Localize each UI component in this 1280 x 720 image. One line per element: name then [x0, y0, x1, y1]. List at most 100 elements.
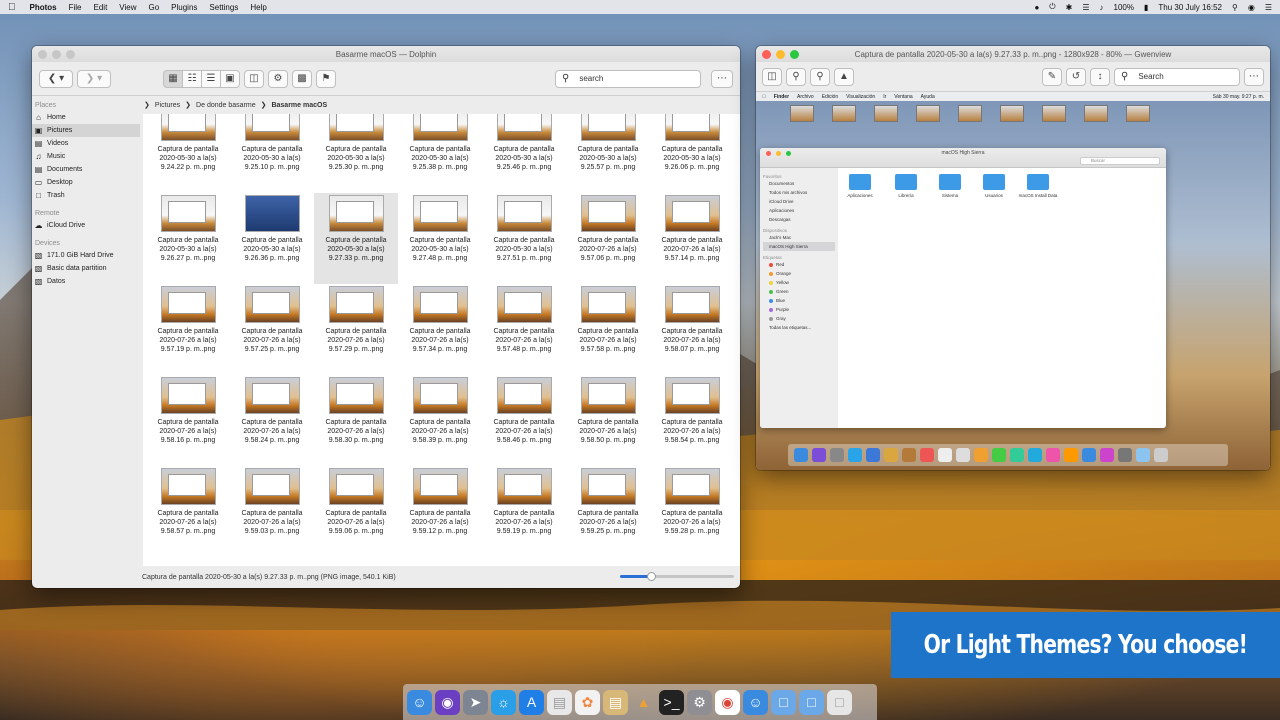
menu-view[interactable]: View: [119, 3, 136, 12]
dock-trash-icon[interactable]: □: [827, 689, 852, 715]
search-field[interactable]: ⚲ search: [555, 69, 701, 88]
menu-help[interactable]: Help: [250, 3, 266, 12]
dock-document-icon[interactable]: ▤: [547, 689, 572, 715]
file-item[interactable]: Captura de pantalla 2020-05-30 a la(s) 9.2…: [230, 193, 314, 284]
dock-chrome-icon[interactable]: ◉: [715, 689, 740, 715]
terminal-button[interactable]: ▩: [292, 69, 312, 88]
volume-icon[interactable]: ♪: [1100, 3, 1104, 12]
file-item[interactable]: Captura de pantalla 2020-05-30 a la(s) 9.2…: [146, 193, 230, 284]
place-trash[interactable]: □ Trash: [32, 189, 140, 202]
device-hard-drive[interactable]: ▧ 171.0 GiB Hard Drive: [32, 249, 140, 262]
notification-center-icon[interactable]: ☰: [1265, 3, 1272, 12]
file-item[interactable]: Captura de pantalla 2020-07-26 a la(s) 9.5…: [146, 284, 230, 375]
dock-launchpad-icon[interactable]: ➤: [463, 689, 488, 715]
dock-safari-icon[interactable]: ☼: [491, 689, 516, 715]
place-documents[interactable]: ▤ Documents: [32, 163, 140, 176]
forward-button[interactable]: ❯ ▾: [77, 69, 111, 88]
file-item[interactable]: Captura de pantalla 2020-07-26 a la(s) 9.5…: [650, 466, 734, 557]
image-view[interactable]:  Finder Archivo Edición Visualización I…: [756, 92, 1270, 470]
browse-button[interactable]: ◫: [762, 67, 782, 86]
file-item[interactable]: Captura de pantalla 2020-07-26 a la(s) 9.5…: [314, 284, 398, 375]
menu-file[interactable]: File: [69, 3, 82, 12]
file-item[interactable]: Captura de pantalla 2020-05-30 a la(s) 9.2…: [482, 193, 566, 284]
file-item[interactable]: Captura de pantalla 2020-05-30 a la(s) 9.2…: [314, 193, 398, 284]
file-item[interactable]: Captura de pantalla 2020-07-26 a la(s) 9.5…: [566, 284, 650, 375]
file-item[interactable]: Captura de pantalla 2020-07-26 a la(s) 9.5…: [398, 284, 482, 375]
zoom-slider[interactable]: [620, 572, 734, 581]
file-item[interactable]: Captura de pantalla 2020-07-26 a la(s) 9.5…: [566, 193, 650, 284]
file-item[interactable]: Captura de pantalla 2020-07-26 a la(s) 9.5…: [146, 466, 230, 557]
dock-app-store-icon[interactable]: A: [519, 689, 544, 715]
user-avatar-icon[interactable]: ◉: [1248, 3, 1255, 12]
power-icon[interactable]: ⏻: [1049, 2, 1055, 12]
file-item[interactable]: Captura de pantalla 2020-07-26 a la(s) 9.5…: [482, 375, 566, 466]
place-pictures[interactable]: ▣ Pictures: [32, 124, 140, 137]
menu-edit[interactable]: Edit: [94, 3, 108, 12]
zoom-slider-handle[interactable]: [646, 572, 656, 581]
rotate-button[interactable]: ↺: [1066, 67, 1086, 86]
dolphin-titlebar[interactable]: Basarme macOS — Dolphin: [32, 46, 740, 62]
zoom-fit-button[interactable]: ⚲: [786, 67, 806, 86]
gwenview-titlebar[interactable]: Captura de pantalla 2020-05-30 a la(s) 9…: [756, 46, 1270, 62]
menu-settings[interactable]: Settings: [209, 3, 238, 12]
file-view[interactable]: Captura de pantalla 2020-05-30 a la(s) 9.2…: [143, 114, 740, 566]
back-button[interactable]: ❮ ▾: [39, 69, 73, 88]
place-home[interactable]: ⌂ Home: [32, 111, 140, 124]
icons-view-button[interactable]: ▦: [163, 69, 183, 88]
split-button[interactable]: ◫: [244, 69, 264, 88]
breadcrumb-current[interactable]: Basarme macOS: [271, 102, 327, 109]
dock-photos-icon[interactable]: ✿: [575, 689, 600, 715]
file-item[interactable]: Captura de pantalla 2020-07-26 a la(s) 9.5…: [482, 284, 566, 375]
dock-finder2-icon[interactable]: ☺: [743, 689, 768, 715]
file-item[interactable]: Captura de pantalla 2020-07-26 a la(s) 9.5…: [230, 466, 314, 557]
bluetooth-icon[interactable]: ✱: [1066, 3, 1073, 12]
dock-vlc-icon[interactable]: ▲: [631, 690, 656, 715]
dock-downloads-folder-icon[interactable]: □: [799, 689, 824, 715]
file-item[interactable]: Captura de pantalla 2020-07-26 a la(s) 9.5…: [398, 375, 482, 466]
place-desktop[interactable]: ▭ Desktop: [32, 176, 140, 189]
file-item[interactable]: Captura de pantalla 2020-07-26 a la(s) 9.5…: [314, 375, 398, 466]
dock-preview-icon[interactable]: ▤: [603, 689, 628, 715]
place-videos[interactable]: ▤ Videos: [32, 137, 140, 150]
file-item[interactable]: Captura de pantalla 2020-05-30 a la(s) 9.2…: [398, 114, 482, 193]
file-item[interactable]: Captura de pantalla 2020-07-26 a la(s) 9.5…: [650, 375, 734, 466]
file-item[interactable]: Captura de pantalla 2020-07-26 a la(s) 9.5…: [566, 466, 650, 557]
gwenview-menu-button[interactable]: ⋯: [1244, 67, 1264, 86]
gwenview-search-field[interactable]: ⚲ Search: [1114, 67, 1240, 86]
file-item[interactable]: Captura de pantalla 2020-07-26 a la(s) 9.5…: [314, 466, 398, 557]
file-item[interactable]: Captura de pantalla 2020-05-30 a la(s) 9.2…: [566, 114, 650, 193]
battery-percent[interactable]: 100%: [1114, 3, 1134, 12]
menu-go[interactable]: Go: [149, 3, 160, 12]
file-item[interactable]: Captura de pantalla 2020-05-30 a la(s) 9.2…: [230, 114, 314, 193]
zoom-button[interactable]: [66, 49, 75, 59]
minimize-button[interactable]: [776, 49, 785, 59]
breadcrumb-pictures[interactable]: Pictures: [155, 102, 180, 109]
dock-finder-icon[interactable]: ☺: [407, 689, 432, 715]
file-item[interactable]: Captura de pantalla 2020-07-26 a la(s) 9.5…: [650, 193, 734, 284]
settings-button[interactable]: ⚙: [268, 69, 288, 88]
file-item[interactable]: Captura de pantalla 2020-05-30 a la(s) 9.2…: [482, 114, 566, 193]
file-item[interactable]: Captura de pantalla 2020-05-30 a la(s) 9.2…: [146, 114, 230, 193]
file-item[interactable]: Captura de pantalla 2020-05-30 a la(s) 9.2…: [314, 114, 398, 193]
file-item[interactable]: Captura de pantalla 2020-07-26 a la(s) 9.5…: [566, 375, 650, 466]
apple-icon[interactable]: : [8, 2, 16, 13]
place-icloud-drive[interactable]: ☁ iCloud Drive: [32, 219, 140, 232]
file-item[interactable]: Captura de pantalla 2020-07-26 a la(s) 9.5…: [230, 284, 314, 375]
wifi-icon[interactable]: ☰: [1082, 3, 1089, 12]
preview-button[interactable]: ▣: [220, 69, 240, 88]
menu-button[interactable]: ⋯: [711, 69, 733, 88]
file-item[interactable]: Captura de pantalla 2020-05-30 a la(s) 9.2…: [398, 193, 482, 284]
file-item[interactable]: Captura de pantalla 2020-05-30 a la(s) 9.2…: [650, 114, 734, 193]
close-button[interactable]: [38, 49, 47, 59]
drop-icon[interactable]: ●: [1034, 3, 1039, 12]
flip-button[interactable]: ↕: [1090, 67, 1110, 86]
file-item[interactable]: Captura de pantalla 2020-07-26 a la(s) 9.5…: [146, 375, 230, 466]
edit-button[interactable]: ✎: [1042, 67, 1062, 86]
dock-terminal-icon[interactable]: >_: [659, 689, 684, 715]
zoom-button[interactable]: ⚲: [810, 67, 830, 86]
dock-folder-icon[interactable]: □: [771, 689, 796, 715]
file-item[interactable]: Captura de pantalla 2020-07-26 a la(s) 9.5…: [398, 466, 482, 557]
battery-icon[interactable]: ▮: [1144, 3, 1148, 12]
menu-app-name[interactable]: Photos: [30, 3, 57, 12]
minimize-button[interactable]: [52, 49, 61, 59]
